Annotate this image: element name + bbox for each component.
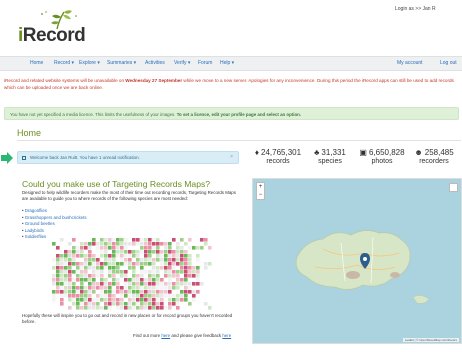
sitemap-icon: ♣	[314, 148, 320, 157]
zoom-out-button[interactable]: −	[257, 191, 264, 199]
link-dragonflies[interactable]: Dragonflies	[22, 208, 87, 215]
irecord-logo[interactable]: iRecord	[18, 8, 88, 48]
layers-icon[interactable]	[449, 183, 458, 192]
nav-home[interactable]: Home	[30, 60, 43, 66]
zoom-control: + −	[256, 182, 265, 200]
targeting-maps-heading: Could you make use of Targeting Records …	[22, 179, 211, 189]
stat-records: ♦ 24,765,301 records	[254, 148, 302, 165]
feedback-link[interactable]: here	[222, 333, 231, 338]
nav-forum[interactable]: Forum	[198, 60, 212, 66]
stat-photos: ▣ 6,650,828 photos	[359, 148, 405, 165]
targeting-intro: Designed to help wildlife recorders make…	[22, 190, 236, 201]
map-marker-icon: ♦	[254, 148, 260, 157]
link-grasshoppers[interactable]: Grasshoppers and bushcrickets	[22, 215, 87, 222]
brand-name: iRecord	[18, 25, 86, 46]
nav-log-out[interactable]: Log out	[440, 60, 457, 66]
maintenance-alert: iRecord and related website systems will…	[4, 78, 454, 90]
notification-icon	[22, 156, 26, 160]
zoom-in-button[interactable]: +	[257, 183, 264, 191]
close-icon[interactable]: ×	[230, 154, 233, 160]
login-status[interactable]: Login as >> Jan R	[395, 6, 436, 12]
media-licence-notice: You have not yet specified a media licen…	[4, 107, 459, 120]
nav-my-account[interactable]: My account	[397, 60, 423, 66]
find-out-more-link[interactable]: here	[161, 333, 170, 338]
main-navbar: Home Record ▾ Explore ▾ Summaries ▾ Acti…	[0, 56, 462, 71]
records-map[interactable]: + − Leaflet | © OpenStreetMap contributo…	[252, 178, 462, 344]
targeting-heatmap-image[interactable]	[52, 238, 212, 310]
nav-explore[interactable]: Explore ▾	[79, 60, 100, 66]
stat-species: ♣ 31,331 species	[314, 148, 346, 165]
title-divider	[17, 140, 461, 141]
nav-record[interactable]: Record ▾	[54, 60, 74, 66]
map-attribution: Leaflet | © OpenStreetMap contributors	[402, 338, 459, 342]
page-title: Home	[17, 128, 42, 138]
stat-recorders: ☻ 258,485 recorders	[414, 148, 454, 165]
camera-icon: ▣	[359, 148, 367, 157]
site-statistics: ♦ 24,765,301 records ♣ 31,331 species ▣ 6,6…	[252, 148, 462, 174]
arrow-right-icon	[1, 152, 13, 164]
find-out-more: Find out more here and please give feedb…	[133, 333, 232, 338]
welcome-text: Welcome back Jan Ruitt. You have 1 unrea…	[30, 155, 140, 160]
licence-link[interactable]: To set a licence, edit your profile page…	[177, 112, 301, 117]
link-ladybirds[interactable]: Ladybirds	[22, 228, 87, 235]
link-ground-beetles[interactable]: Ground beetles	[22, 221, 87, 228]
welcome-notification[interactable]: Welcome back Jan Ruitt. You have 1 unrea…	[17, 151, 239, 164]
nav-help[interactable]: Help ▾	[220, 60, 234, 66]
nav-activities[interactable]: Activities	[145, 60, 165, 66]
map-canvas	[253, 179, 461, 343]
nav-summaries[interactable]: Summaries ▾	[107, 60, 136, 66]
nav-verify[interactable]: Verify ▾	[174, 60, 190, 66]
species-links: Dragonflies Grasshoppers and bushcricket…	[22, 208, 87, 241]
users-icon: ☻	[414, 148, 423, 157]
targeting-outro: Hopefully these will inspire you to go o…	[22, 313, 233, 324]
